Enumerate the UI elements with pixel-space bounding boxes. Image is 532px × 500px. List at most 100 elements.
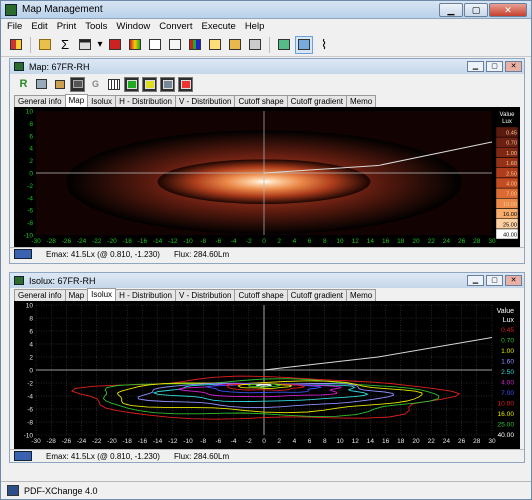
- tab-cutoff-shape[interactable]: Cutoff shape: [234, 289, 288, 301]
- tab-cutoff-gradient[interactable]: Cutoff gradient: [286, 95, 347, 107]
- refresh-r-button[interactable]: R: [16, 77, 31, 92]
- menu-convert[interactable]: Convert: [159, 21, 192, 32]
- legend-label: 10.00: [503, 202, 517, 208]
- calculator-icon[interactable]: [166, 36, 184, 54]
- report-icon[interactable]: [146, 36, 164, 54]
- x-tick-label: 26: [458, 238, 466, 245]
- chart-icon[interactable]: [186, 36, 204, 54]
- x-tick-label: -26: [62, 238, 72, 245]
- tab-memo[interactable]: Memo: [346, 95, 377, 107]
- isolux-restore-button[interactable]: ▢: [486, 275, 503, 286]
- minimize-button[interactable]: ▁: [439, 2, 463, 17]
- map-restore-button[interactable]: ▢: [486, 61, 503, 72]
- grid-icon[interactable]: [106, 77, 121, 92]
- printer-icon[interactable]: [246, 36, 264, 54]
- x-tick-label: -20: [107, 238, 117, 245]
- isolux-close-button[interactable]: ✕: [505, 275, 522, 286]
- display-mode-icon[interactable]: [70, 76, 85, 92]
- x-tick-label: 8: [323, 438, 327, 445]
- map-red-icon[interactable]: [106, 36, 124, 54]
- frame-icon[interactable]: [124, 76, 139, 92]
- x-tick-label: -8: [200, 438, 206, 445]
- tab-isolux[interactable]: Isolux: [87, 95, 117, 107]
- x-tick-label: -18: [122, 238, 132, 245]
- y-tick-label: 10: [26, 303, 34, 310]
- dropdown-arrow-icon[interactable]: ▾: [96, 36, 104, 54]
- y-tick-label: 0: [29, 368, 33, 375]
- tab-isolux[interactable]: Isolux: [87, 288, 117, 301]
- x-tick-label: -24: [77, 438, 87, 445]
- y-tick-label: 6: [29, 133, 33, 140]
- x-tick-label: -8: [200, 238, 206, 245]
- map-color-icon[interactable]: [126, 36, 144, 54]
- x-tick-label: 6: [308, 438, 312, 445]
- tab-general-info[interactable]: General info: [14, 289, 66, 301]
- folder-out-icon[interactable]: [226, 36, 244, 54]
- menu-execute[interactable]: Execute: [201, 21, 235, 32]
- x-tick-label: 2: [277, 238, 281, 245]
- menu-tools[interactable]: Tools: [85, 21, 107, 32]
- legend-label: 0.70: [506, 141, 517, 147]
- sigma-icon[interactable]: Σ: [56, 36, 74, 54]
- x-tick-label: 28: [473, 238, 481, 245]
- zoom-fit-icon[interactable]: [160, 76, 175, 92]
- app-title: Map Management: [22, 4, 103, 15]
- tab-general-info[interactable]: General info: [14, 95, 66, 107]
- tab-h-distribution[interactable]: H - Distribution: [115, 95, 176, 107]
- legend-label: 1.60: [501, 359, 514, 366]
- lock-icon[interactable]: [52, 77, 67, 92]
- x-tick-label: 16: [382, 238, 390, 245]
- tab-v-distribution[interactable]: V - Distribution: [174, 95, 236, 107]
- gauge-icon[interactable]: ⌇: [315, 36, 333, 54]
- tile-icon[interactable]: [275, 36, 293, 54]
- grid-g-button[interactable]: G: [88, 77, 103, 92]
- color-map-icon[interactable]: [178, 76, 193, 92]
- legend-label: 16.00: [503, 212, 517, 218]
- y-tick-label: -2: [27, 183, 33, 190]
- cascade-icon[interactable]: [295, 35, 313, 54]
- isolux-window-titlebar: Isolux: 67FR-RH ▁ ▢ ✕: [10, 273, 524, 288]
- x-tick-label: -4: [231, 438, 237, 445]
- menu-print[interactable]: Print: [57, 21, 77, 32]
- maximize-button[interactable]: ▢: [464, 2, 488, 17]
- x-tick-label: -26: [62, 438, 72, 445]
- isolux-chart: -30 -28 -26 -24 -22 -20 -18 -16 -14 -12 -10 -8 -6 -4-…: [14, 301, 520, 449]
- close-button[interactable]: ✕: [489, 2, 527, 17]
- save-icon[interactable]: [34, 77, 49, 92]
- tab-cutoff-shape[interactable]: Cutoff shape: [234, 95, 288, 107]
- app-status-text: PDF-XChange 4.0: [24, 485, 98, 496]
- map-window-titlebar: Map: 67FR-RH ▁ ▢ ✕: [10, 59, 524, 74]
- x-tick-label: -6: [216, 238, 222, 245]
- x-tick-label: -12: [168, 238, 178, 245]
- legend-label: 0.45: [506, 131, 517, 137]
- tab-map[interactable]: Map: [64, 289, 89, 301]
- y-tick-label: 0: [29, 171, 33, 178]
- x-tick-label: 20: [412, 238, 420, 245]
- x-tick-label: -2: [246, 438, 252, 445]
- menu-file[interactable]: File: [7, 21, 22, 32]
- legend-label: 25.00: [497, 422, 514, 429]
- legend-label: 2.50: [506, 171, 517, 177]
- exit-icon[interactable]: [7, 36, 25, 54]
- map-minimize-button[interactable]: ▁: [467, 61, 484, 72]
- menu-edit[interactable]: Edit: [31, 21, 47, 32]
- menu-window[interactable]: Window: [116, 21, 150, 32]
- menu-help[interactable]: Help: [245, 21, 265, 32]
- map-close-button[interactable]: ✕: [505, 61, 522, 72]
- tab-memo[interactable]: Memo: [346, 289, 377, 301]
- map-tabs: General info Map Isolux H - Distribution…: [10, 94, 524, 107]
- legend-label: 0.70: [501, 338, 514, 345]
- export-icon[interactable]: [206, 36, 224, 54]
- tab-h-distribution[interactable]: H - Distribution: [115, 289, 176, 301]
- split-icon[interactable]: [142, 76, 157, 92]
- x-tick-label: 18: [397, 238, 405, 245]
- tab-v-distribution[interactable]: V - Distribution: [174, 289, 236, 301]
- menu-bar: File Edit Print Tools Window Convert Exe…: [1, 19, 531, 33]
- tab-map[interactable]: Map: [64, 94, 89, 107]
- tab-cutoff-gradient[interactable]: Cutoff gradient: [286, 289, 347, 301]
- open-folder-icon[interactable]: [36, 36, 54, 54]
- legend-label: 4.00: [506, 182, 517, 188]
- x-tick-label: 18: [397, 438, 405, 445]
- line-style-icon[interactable]: [76, 36, 94, 54]
- isolux-minimize-button[interactable]: ▁: [467, 275, 484, 286]
